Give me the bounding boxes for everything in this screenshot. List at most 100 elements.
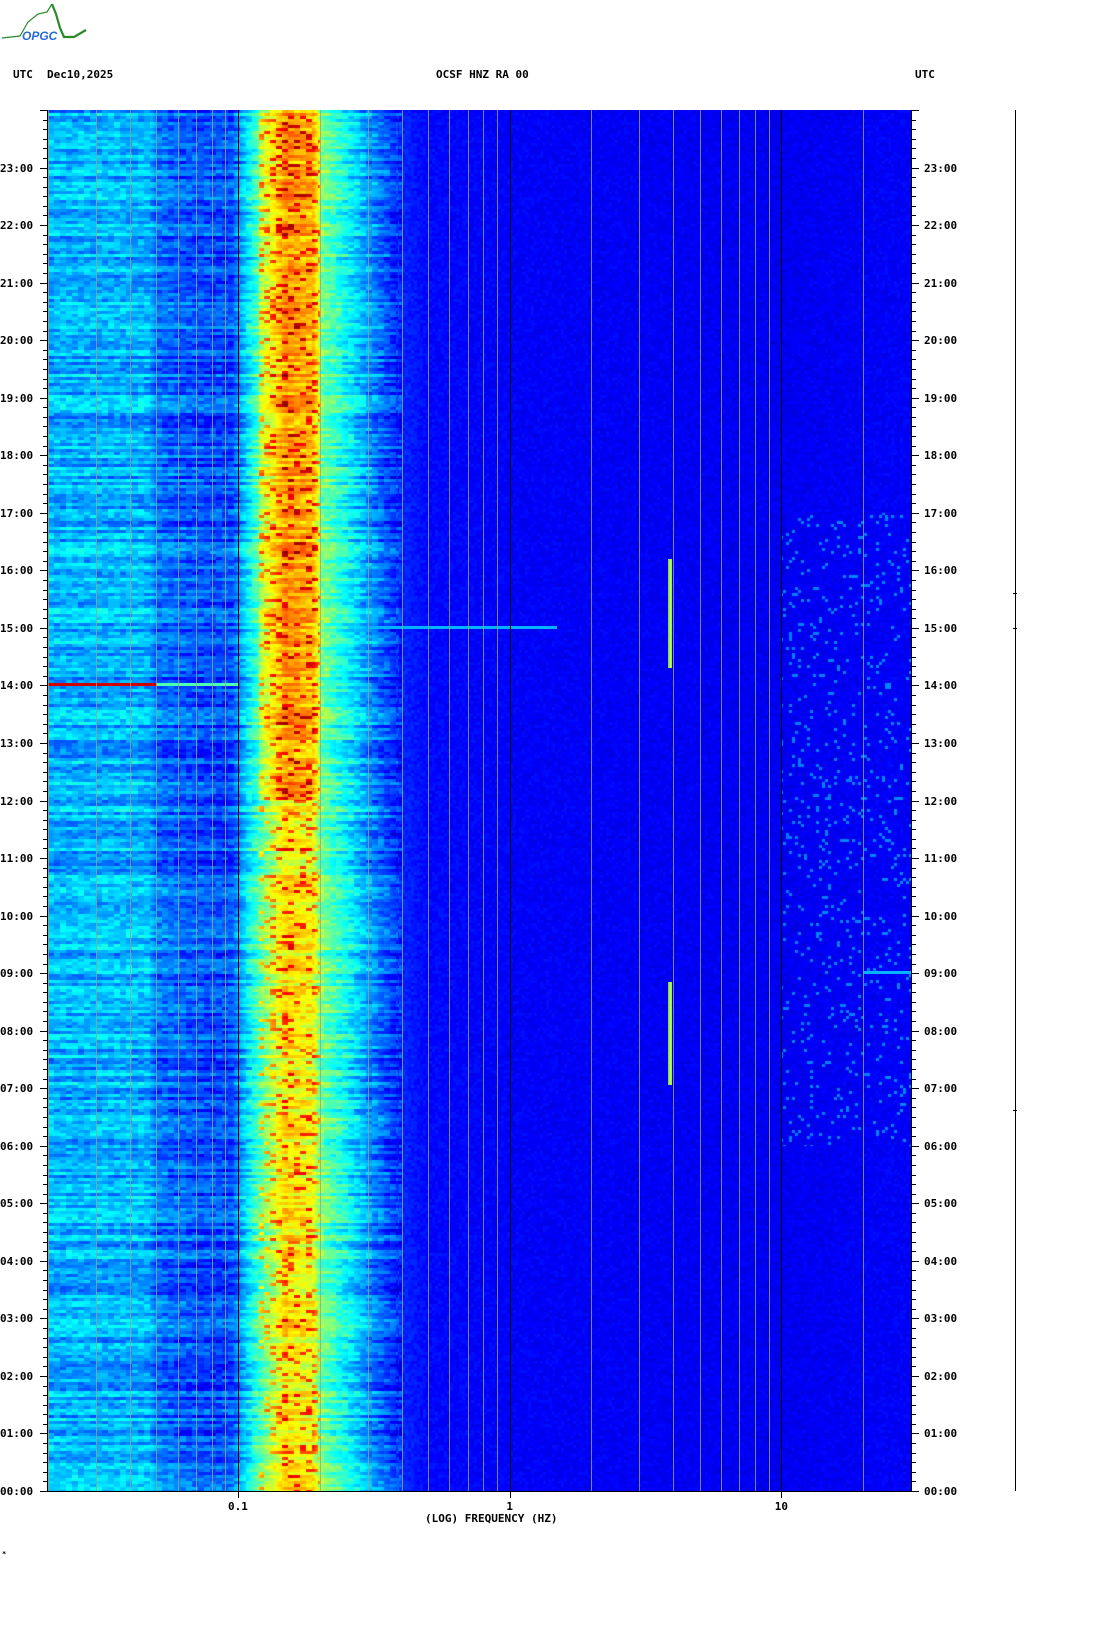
y-tick (43, 244, 48, 246)
y-tick (911, 1155, 916, 1157)
y-tick (911, 771, 916, 773)
y-tick (911, 1404, 916, 1406)
y-tick-label-right: 14:00 (924, 679, 958, 693)
y-tick (43, 263, 48, 265)
y-tick (43, 1280, 48, 1281)
y-tick (43, 1001, 48, 1003)
y-tick (40, 1030, 48, 1032)
y-tick (911, 301, 916, 303)
y-tick (43, 1347, 48, 1349)
y-tick (911, 695, 916, 696)
y-tick (40, 1318, 48, 1320)
y-tick (43, 148, 48, 150)
utc-label-right: UTC (915, 68, 935, 81)
y-tick (43, 541, 48, 543)
y-tick (911, 1385, 916, 1387)
y-tick (43, 1136, 48, 1138)
y-tick-label-right: 07:00 (924, 1082, 958, 1096)
y-tick (43, 589, 48, 591)
y-tick (40, 512, 48, 514)
y-tick (911, 1136, 916, 1138)
y-tick (40, 858, 48, 860)
y-tick (911, 484, 916, 486)
y-tick (43, 733, 48, 735)
y-tick (911, 905, 916, 907)
frequency-grid-line (211, 110, 213, 1491)
y-tick (40, 570, 48, 572)
y-tick-label-right: 17:00 (924, 506, 958, 520)
y-tick (911, 934, 916, 936)
y-tick (43, 1232, 48, 1234)
y-tick (40, 1375, 48, 1377)
y-tick (43, 666, 48, 668)
y-tick (911, 157, 916, 159)
y-tick (911, 1021, 916, 1023)
y-tick (911, 1289, 916, 1291)
y-tick-label-left: 03:00 (0, 1312, 34, 1326)
y-tick-label-left: 20:00 (0, 334, 34, 348)
opgc-logo: OPGC (1, 3, 87, 43)
y-tick (43, 848, 48, 850)
y-tick (43, 810, 48, 812)
y-tick (43, 905, 48, 907)
y-tick (43, 1069, 48, 1071)
y-tick (43, 426, 48, 428)
frequency-grid-line (591, 110, 593, 1491)
y-tick (43, 522, 48, 524)
y-tick (911, 196, 916, 198)
x-tick-label: 0.1 (227, 1500, 248, 1513)
y-tick-label-right: 10:00 (924, 909, 958, 923)
y-tick-label-left: 14:00 (0, 679, 34, 693)
y-tick (43, 1356, 48, 1358)
frequency-grid-line (699, 110, 701, 1491)
y-tick (911, 1001, 916, 1003)
x-tick-label: 10 (774, 1500, 788, 1513)
y-tick (43, 675, 48, 677)
y-tick (911, 819, 916, 821)
y-tick (43, 1251, 48, 1253)
y-tick (40, 225, 48, 227)
y-tick (911, 627, 919, 629)
y-tick (911, 944, 916, 946)
y-tick (911, 1193, 916, 1195)
y-tick (40, 397, 48, 399)
y-tick (43, 1366, 48, 1368)
y-tick (43, 1423, 48, 1425)
y-tick-label-right: 20:00 (924, 334, 958, 348)
y-tick-label-right: 05:00 (924, 1197, 958, 1211)
y-tick (43, 1116, 48, 1118)
frequency-grid-line (673, 110, 675, 1491)
y-tick-label-left: 12:00 (0, 794, 34, 808)
y-tick (43, 953, 48, 955)
y-tick (911, 148, 916, 150)
y-tick (43, 129, 48, 131)
y-tick (43, 1289, 48, 1291)
y-tick (911, 129, 916, 131)
y-tick (43, 819, 48, 821)
y-tick (911, 1356, 916, 1358)
y-tick (911, 599, 916, 601)
y-tick (911, 1299, 916, 1301)
y-tick (911, 1366, 916, 1368)
y-tick (40, 110, 48, 111)
y-tick (911, 1481, 916, 1483)
y-tick (40, 1433, 48, 1435)
y-tick (43, 474, 48, 476)
y-tick (911, 1251, 916, 1253)
y-tick (43, 464, 48, 466)
y-tick (911, 1232, 916, 1234)
y-tick (43, 234, 48, 236)
y-tick (911, 579, 916, 581)
y-tick (43, 1462, 48, 1464)
y-tick (911, 359, 916, 361)
y-tick (43, 618, 48, 620)
y-tick (911, 1270, 916, 1272)
y-tick (911, 1433, 919, 1435)
y-tick (911, 1097, 916, 1099)
frequency-grid-line (497, 110, 499, 1491)
y-tick (911, 1443, 916, 1445)
frequency-grid-line (427, 110, 429, 1491)
y-tick-label-right: 08:00 (924, 1024, 958, 1038)
frequency-grid-line (319, 110, 321, 1491)
y-tick (911, 1059, 916, 1061)
